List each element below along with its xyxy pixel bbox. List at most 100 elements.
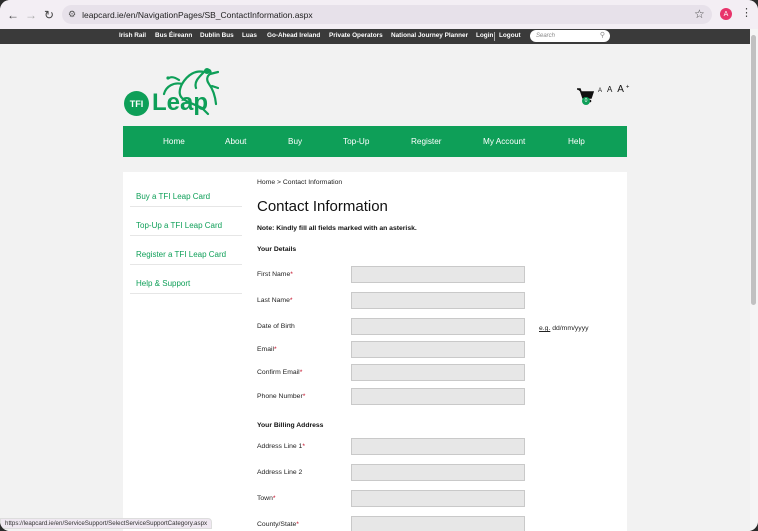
label-email: Email* — [257, 346, 277, 353]
cart-count-badge: 0 — [582, 97, 590, 105]
link-bus-eireann[interactable]: Bus Éireann — [155, 32, 192, 39]
label-phone-number: Phone Number* — [257, 393, 305, 400]
profile-initial: A — [723, 10, 729, 18]
section-your-details: Your Details — [257, 246, 297, 253]
email-field[interactable] — [351, 341, 525, 358]
label-text: Address Line 1 — [257, 443, 303, 450]
date-of-birth-field[interactable] — [351, 318, 525, 335]
status-bar-link-preview: https://leapcard.ie/en/ServiceSupport/Se… — [0, 518, 213, 529]
label-town: Town* — [257, 495, 276, 502]
tfi-leap-logo[interactable]: TFI Leap — [124, 64, 220, 121]
link-irish-rail[interactable]: Irish Rail — [119, 32, 146, 39]
last-name-field[interactable] — [351, 292, 525, 309]
sidebar-item-buy[interactable]: Buy a TFI Leap Card — [136, 192, 210, 201]
label-text: First Name — [257, 271, 291, 278]
sidebar-item-top-up[interactable]: Top-Up a TFI Leap Card — [136, 221, 222, 230]
link-private-operators[interactable]: Private Operators — [329, 32, 383, 39]
text-size-large[interactable]: A — [617, 84, 624, 95]
first-name-field[interactable] — [351, 266, 525, 283]
nav-about[interactable]: About — [225, 137, 246, 146]
link-go-ahead[interactable]: Go-Ahead Ireland — [267, 32, 320, 39]
content-panel: Buy a TFI Leap Card Top-Up a TFI Leap Ca… — [123, 172, 627, 531]
dob-format-hint: e.g. dd/mm/yyyy — [539, 325, 589, 332]
label-last-name: Last Name* — [257, 297, 293, 304]
required-marker: * — [289, 297, 293, 304]
section-billing-address: Your Billing Address — [257, 422, 324, 429]
divider — [494, 32, 495, 41]
town-field[interactable] — [351, 490, 525, 507]
phone-number-field[interactable] — [351, 388, 525, 405]
label-date-of-birth: Date of Birth — [257, 323, 295, 330]
county-state-field[interactable] — [351, 516, 525, 531]
address-line-2-field[interactable] — [351, 464, 525, 481]
sidebar-item-help[interactable]: Help & Support — [136, 279, 190, 288]
label-address-line-2: Address Line 2 — [257, 469, 302, 476]
divider — [130, 293, 242, 294]
label-text: Phone Number — [257, 393, 303, 400]
tfi-badge: TFI — [124, 91, 149, 116]
reload-icon[interactable]: ↻ — [39, 5, 59, 25]
search-input[interactable]: Search ⚲ — [530, 30, 610, 42]
browser-menu-icon[interactable]: ⋮ — [741, 6, 752, 19]
divider — [130, 235, 242, 236]
required-marker: * — [299, 369, 303, 376]
label-text: County/State — [257, 521, 297, 528]
hint-text: dd/mm/yyyy — [550, 325, 589, 332]
site-settings-icon[interactable]: ⚙ — [68, 9, 76, 20]
link-logout[interactable]: Logout — [499, 32, 521, 39]
tfi-badge-text: TFI — [129, 98, 144, 109]
nav-register[interactable]: Register — [411, 137, 442, 146]
link-login[interactable]: Login — [476, 32, 493, 39]
scrollbar-thumb[interactable] — [751, 35, 756, 305]
utility-bar: Irish Rail Bus Éireann Dublin Bus Luas G… — [0, 29, 750, 44]
label-text: Last Name — [257, 297, 290, 304]
divider — [130, 264, 242, 265]
required-marker: * — [272, 495, 276, 502]
label-text: Confirm Email — [257, 369, 300, 376]
nav-buy[interactable]: Buy — [288, 137, 302, 146]
breadcrumb: Home > Contact Information — [257, 179, 343, 186]
nav-top-up[interactable]: Top-Up — [343, 137, 369, 146]
required-marker: * — [290, 271, 293, 278]
label-first-name: First Name* — [257, 271, 293, 278]
main-navigation: Home About Buy Top-Up Register My Accoun… — [123, 126, 627, 157]
search-icon[interactable]: ⚲ — [600, 30, 605, 42]
cart-icon[interactable]: 0 — [576, 87, 595, 108]
forward-icon[interactable]: → — [21, 5, 41, 25]
label-text: Address Line 2 — [257, 469, 303, 476]
cart-count: 0 — [584, 98, 588, 104]
browser-toolbar: ← → ↻ ⚙ leapcard.ie/en/NavigationPages/S… — [0, 0, 758, 29]
confirm-email-field[interactable] — [351, 364, 525, 381]
label-text: Email — [257, 346, 274, 353]
required-marker: * — [274, 346, 277, 353]
bookmark-star-icon[interactable]: ☆ — [694, 7, 705, 21]
label-text: Town — [257, 495, 273, 502]
label-address-line-1: Address Line 1* — [257, 443, 305, 450]
back-icon[interactable]: ← — [3, 5, 23, 25]
divider — [130, 206, 242, 207]
nav-my-account[interactable]: My Account — [483, 137, 525, 146]
leap-wordmark: Leap — [152, 89, 209, 116]
sidebar-item-register[interactable]: Register a TFI Leap Card — [136, 250, 226, 259]
label-county-state: County/State* — [257, 521, 299, 528]
link-journey-planner[interactable]: National Journey Planner — [391, 32, 468, 39]
label-text: Date of Birth — [257, 323, 295, 330]
link-dublin-bus[interactable]: Dublin Bus — [200, 32, 234, 39]
text-size-medium[interactable]: A — [607, 85, 612, 94]
browser-window: ← → ↻ ⚙ leapcard.ie/en/NavigationPages/S… — [0, 0, 758, 531]
profile-avatar[interactable]: A — [720, 8, 732, 20]
text-size-controls: A A A + — [598, 84, 630, 95]
text-size-small[interactable]: A — [598, 88, 602, 94]
address-bar[interactable]: ⚙ leapcard.ie/en/NavigationPages/SB_Cont… — [62, 5, 712, 24]
hint-prefix: e.g. — [539, 325, 551, 332]
required-note: Note: Kindly fill all fields marked with… — [257, 225, 417, 232]
page-scrollbar[interactable] — [750, 29, 758, 531]
nav-home[interactable]: Home — [163, 137, 185, 146]
page: TFI Leap 0 A A A + Home About Buy Top-Up… — [0, 44, 750, 531]
address-line-1-field[interactable] — [351, 438, 525, 455]
label-confirm-email: Confirm Email* — [257, 369, 302, 376]
page-title: Contact Information — [257, 198, 388, 215]
link-luas[interactable]: Luas — [242, 32, 257, 39]
url-text: leapcard.ie/en/NavigationPages/SB_Contac… — [82, 9, 313, 20]
nav-help[interactable]: Help — [568, 137, 585, 146]
